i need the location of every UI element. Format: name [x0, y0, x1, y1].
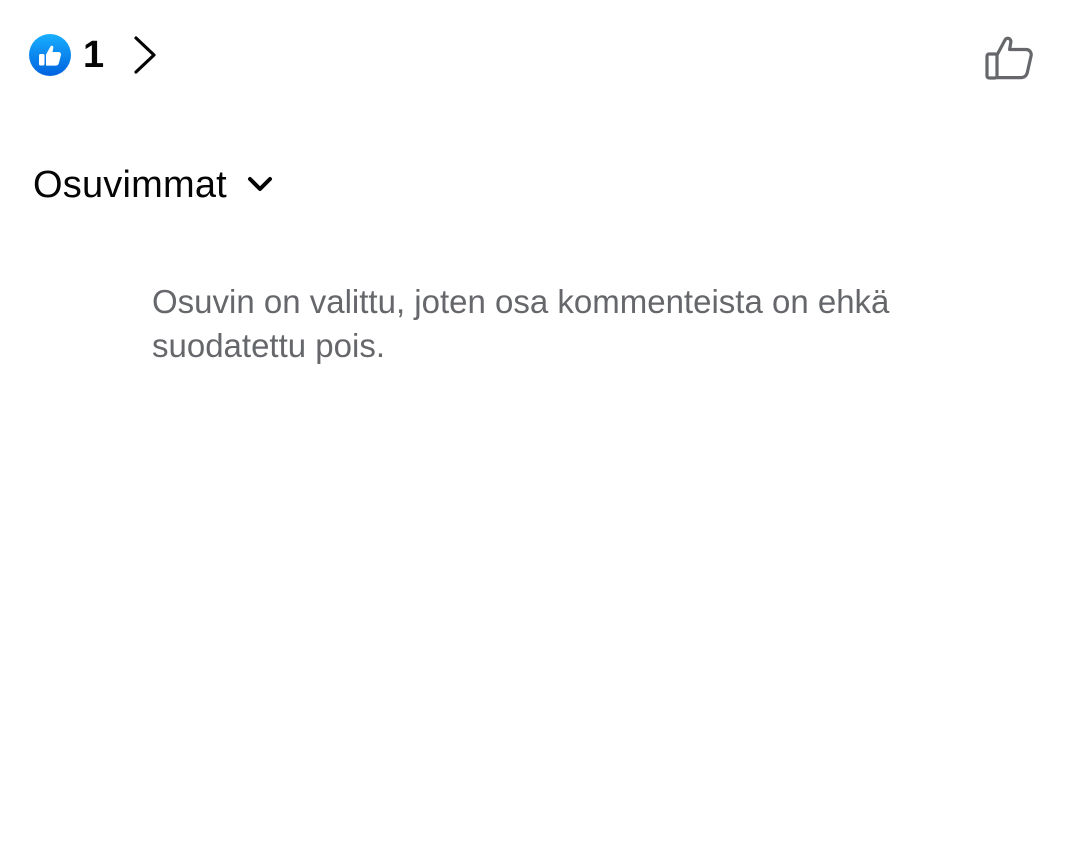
thumbs-up-outline-icon: [985, 36, 1033, 80]
filter-notice-text: Osuvin on valittu, joten osa kommenteist…: [152, 283, 890, 364]
reaction-count: 1: [83, 34, 105, 76]
comments-sheet: 1 Osuvimmat Osuvin on valittu, joten osa…: [0, 0, 1080, 850]
chevron-right-icon: [134, 36, 156, 74]
like-reaction-icon: [29, 34, 71, 76]
comment-sort-dropdown[interactable]: Osuvimmat: [33, 160, 275, 210]
like-post-button[interactable]: [980, 26, 1040, 86]
chevron-down-icon: [247, 177, 272, 191]
comments-header: 1: [0, 0, 1080, 110]
sort-selected-label: Osuvimmat: [33, 163, 227, 206]
reactions-summary-button[interactable]: 1: [28, 30, 160, 80]
